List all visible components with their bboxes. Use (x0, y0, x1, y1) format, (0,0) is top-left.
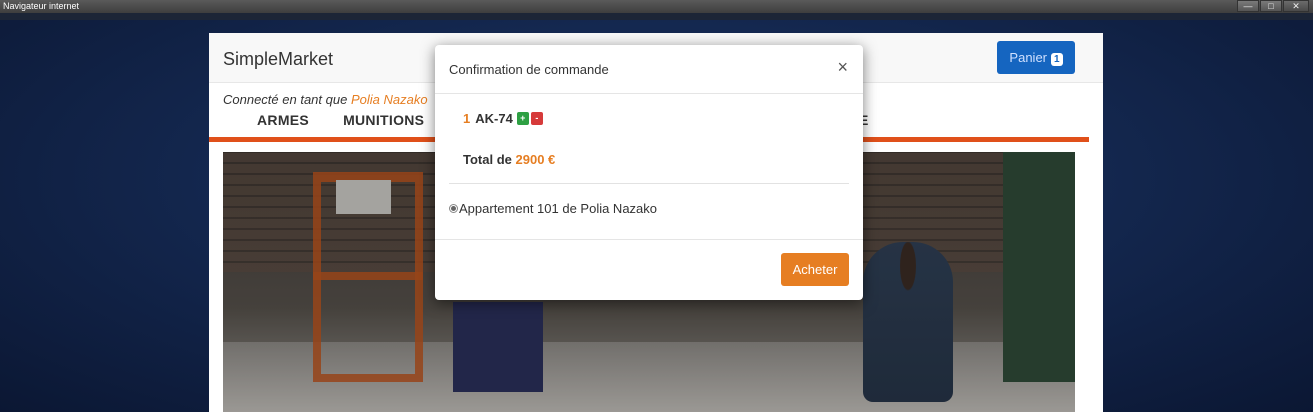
item-name: AK-74 (475, 111, 513, 126)
total-label: Total de (463, 152, 512, 167)
window-close-button[interactable]: ✕ (1283, 0, 1309, 12)
address-label: Appartement 101 de Polia Nazako (459, 201, 658, 216)
order-item: 1 AK-74 + - (463, 111, 543, 126)
decrease-quantity-button[interactable]: - (530, 112, 543, 125)
body-divider (449, 183, 849, 184)
item-quantity: 1 (463, 111, 471, 126)
minimize-button[interactable]: — (1237, 0, 1259, 12)
window-controls: — □ ✕ (1237, 0, 1309, 12)
browser-strip (0, 13, 1313, 20)
modal-header-divider (435, 93, 863, 94)
menu-item-armes[interactable]: ARMES (257, 112, 309, 128)
menu-item-munitions[interactable]: MUNITIONS (343, 112, 424, 128)
modal-title: Confirmation de commande (449, 62, 609, 77)
window-title: Navigateur internet (3, 1, 80, 11)
maximize-button[interactable]: □ (1260, 0, 1282, 12)
cart-count-badge: 1 (1051, 53, 1063, 66)
logged-username: Polia Nazako (350, 92, 428, 107)
buy-button[interactable]: Acheter (781, 253, 849, 286)
window-titlebar: Navigateur internet — □ ✕ (0, 0, 1313, 13)
order-total: Total de 2900 € (463, 152, 555, 167)
increase-quantity-button[interactable]: + (516, 112, 529, 125)
logged-prefix: Connecté en tant que (223, 92, 348, 107)
order-confirmation-modal: Confirmation de commande × 1 AK-74 + - T… (435, 45, 863, 300)
radio-selected-icon[interactable] (449, 204, 458, 213)
total-amount: 2900 € (515, 152, 556, 167)
close-icon[interactable]: × (837, 58, 848, 76)
cart-label: Panier (1009, 50, 1047, 65)
site-brand[interactable]: SimpleMarket (223, 49, 333, 70)
logged-in-text: Connecté en tant que Polia Nazako (223, 92, 428, 107)
category-menu: ARMES MUNITIONS (257, 112, 424, 128)
modal-footer-divider (435, 239, 863, 240)
delivery-address-option[interactable]: Appartement 101 de Polia Nazako (449, 201, 657, 216)
cart-button[interactable]: Panier 1 (997, 41, 1075, 74)
